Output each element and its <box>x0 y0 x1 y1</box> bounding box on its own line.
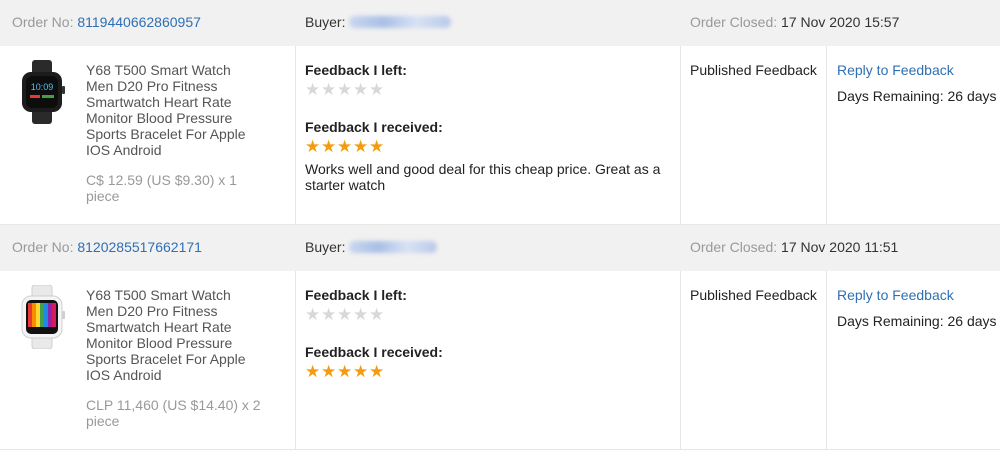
star-filled-icon: ★ <box>337 362 353 381</box>
divider <box>295 46 296 224</box>
reply-to-feedback-link[interactable]: Reply to Feedback <box>837 62 954 78</box>
feedback-received-label: Feedback I received: <box>305 119 443 135</box>
divider <box>680 271 681 449</box>
product-title-link[interactable]: Y68 T500 Smart Watch Men D20 Pro Fitness… <box>86 62 261 158</box>
order-number-link[interactable]: 8120285517662171 <box>77 239 202 255</box>
product-title-link[interactable]: Y68 T500 Smart Watch Men D20 Pro Fitness… <box>86 287 261 383</box>
star-filled-icon: ★ <box>353 362 369 381</box>
feedback-column: Feedback I left: ★ ★ ★ ★ ★ Feedback I re… <box>305 62 675 193</box>
star-filled-icon: ★ <box>369 362 385 381</box>
star-empty-icon: ★ <box>369 80 385 99</box>
buyer-label: Buyer: <box>305 239 346 255</box>
star-empty-icon: ★ <box>337 80 353 99</box>
order-header: Order No: 8120285517662171 Buyer: Order … <box>0 225 1000 271</box>
star-empty-icon: ★ <box>353 305 369 324</box>
star-filled-icon: ★ <box>337 137 353 156</box>
feedback-column: Feedback I left: ★ ★ ★ ★ ★ Feedback I re… <box>305 287 675 380</box>
star-filled-icon: ★ <box>369 137 385 156</box>
star-filled-icon: ★ <box>321 137 337 156</box>
feedback-received-label: Feedback I received: <box>305 344 443 360</box>
feedback-received-rating: ★ ★ ★ ★ ★ <box>305 363 675 380</box>
order-header: Order No: 8119440662860957 Buyer: Order … <box>0 0 1000 46</box>
days-remaining: Days Remaining: 26 days <box>837 313 997 329</box>
days-remaining: Days Remaining: 26 days <box>837 88 997 104</box>
star-empty-icon: ★ <box>321 305 337 324</box>
order-no-label: Order No: <box>12 14 74 30</box>
order-details: Y68 T500 Smart Watch Men D20 Pro Fitness… <box>0 271 1000 450</box>
divider <box>826 271 827 449</box>
buyer-name-redacted[interactable] <box>349 16 452 28</box>
divider <box>826 46 827 224</box>
divider <box>680 46 681 224</box>
divider <box>295 271 296 449</box>
order-no-label: Order No: <box>12 239 74 255</box>
order-closed-date: 17 Nov 2020 11:51 <box>781 239 899 255</box>
feedback-left-rating: ★ ★ ★ ★ ★ <box>305 81 675 98</box>
feedback-left-rating: ★ ★ ★ ★ ★ <box>305 306 675 323</box>
star-filled-icon: ★ <box>305 137 321 156</box>
feedback-received-rating: ★ ★ ★ ★ ★ <box>305 138 675 155</box>
order-number-link[interactable]: 8119440662860957 <box>77 14 201 30</box>
star-empty-icon: ★ <box>305 80 321 99</box>
black-smartwatch-icon[interactable]: 10:09 <box>14 60 70 124</box>
star-empty-icon: ★ <box>305 305 321 324</box>
star-empty-icon: ★ <box>353 80 369 99</box>
order-closed-label: Order Closed: <box>690 239 778 255</box>
product-price: C$ 12.59 (US $9.30) x 1 piece <box>86 172 237 204</box>
buyer-label: Buyer: <box>305 14 346 30</box>
star-empty-icon: ★ <box>321 80 337 99</box>
product-price: CLP 11,460 (US $14.40) x 2 piece <box>86 397 261 429</box>
order-closed-date: 17 Nov 2020 15:57 <box>781 14 900 30</box>
order-details: 10:09 Y68 T500 Smart Watch Men D20 Pro F… <box>0 46 1000 225</box>
feedback-status: Published Feedback <box>690 62 817 78</box>
star-filled-icon: ★ <box>305 362 321 381</box>
star-empty-icon: ★ <box>369 305 385 324</box>
feedback-left-label: Feedback I left: <box>305 62 407 78</box>
order-closed-label: Order Closed: <box>690 14 778 30</box>
svg-text:10:09: 10:09 <box>31 82 54 92</box>
feedback-status: Published Feedback <box>690 287 817 303</box>
star-empty-icon: ★ <box>337 305 353 324</box>
star-filled-icon: ★ <box>321 362 337 381</box>
white-smartwatch-icon[interactable] <box>14 284 70 350</box>
feedback-received-text: Works well and good deal for this cheap … <box>305 161 661 193</box>
buyer-name-redacted[interactable] <box>349 241 438 253</box>
star-filled-icon: ★ <box>353 137 369 156</box>
feedback-left-label: Feedback I left: <box>305 287 407 303</box>
reply-to-feedback-link[interactable]: Reply to Feedback <box>837 287 954 303</box>
